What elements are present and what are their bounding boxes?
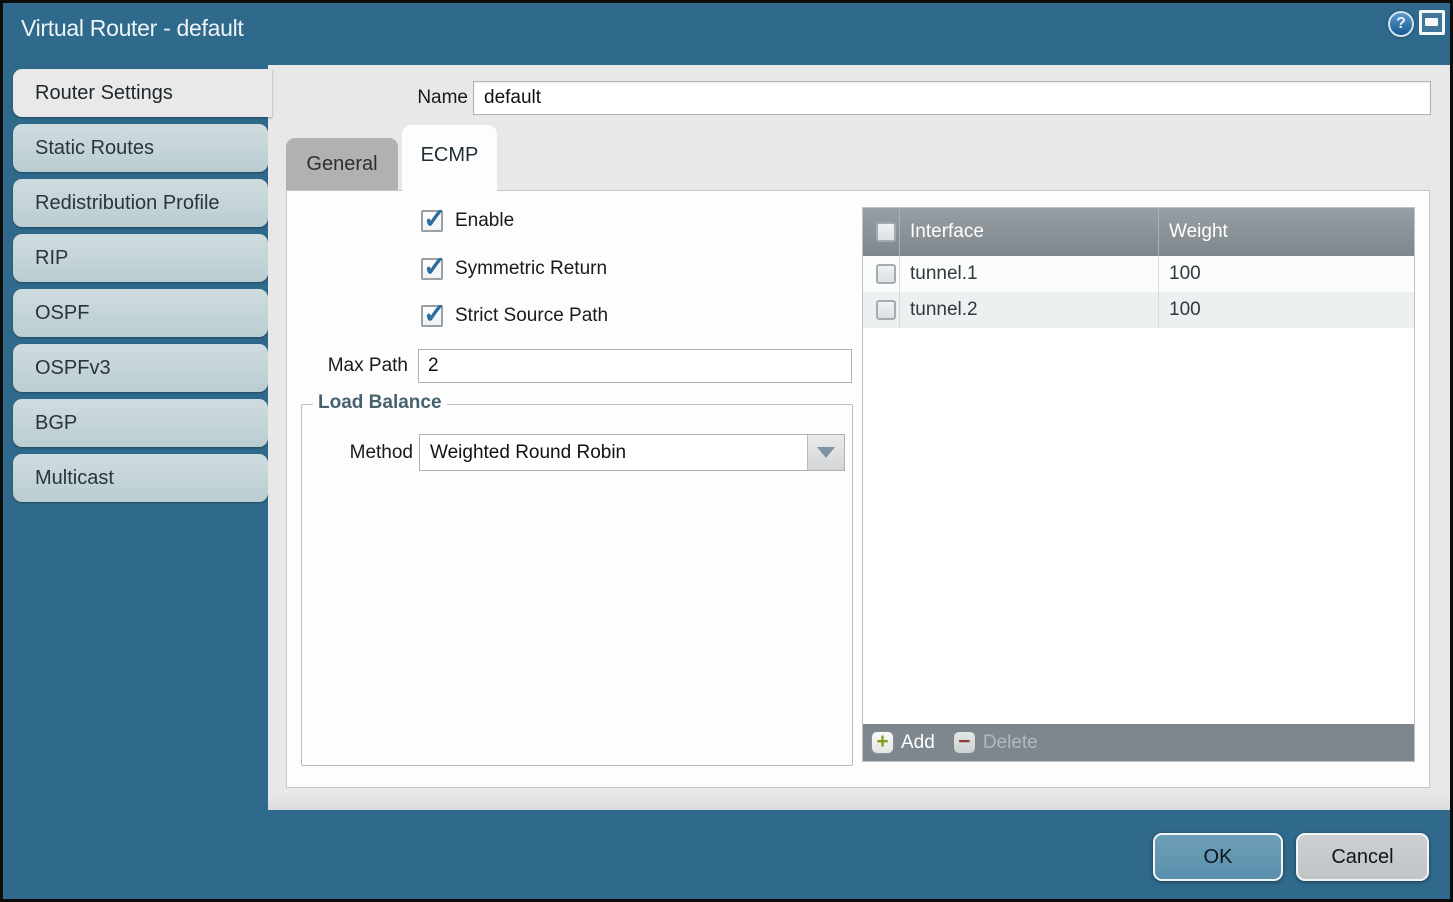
row-checkbox[interactable] [876,264,896,284]
enable-checkbox[interactable]: ✓ [421,210,443,232]
strict-source-path-checkbox[interactable]: ✓ [421,305,443,327]
minus-icon: − [953,731,976,754]
main-panel: Name General ECMP ✓ Enable ✓ Symmetric R… [268,65,1450,810]
column-header-weight: Weight [1158,208,1414,256]
method-label: Method [302,434,413,471]
interface-cell: tunnel.2 [899,292,1158,328]
sidebar-item-ospf[interactable]: OSPF [13,289,268,337]
checkmark-icon: ✓ [423,250,446,283]
interface-cell: tunnel.1 [899,256,1158,292]
enable-row: ✓ Enable [421,209,514,233]
chevron-down-icon[interactable] [807,435,844,470]
sidebar-item-ospfv3[interactable]: OSPFv3 [13,344,268,392]
checkmark-icon: ✓ [423,297,446,330]
dialog-title: Virtual Router - default [21,15,244,42]
add-button[interactable]: + Add [871,731,935,754]
delete-label: Delete [983,732,1038,754]
column-header-interface: Interface [899,208,1158,256]
sidebar-item-redistribution-profile[interactable]: Redistribution Profile [13,179,268,227]
sidebar-item-bgp[interactable]: BGP [13,399,268,447]
table-row[interactable]: tunnel.1 100 [863,256,1414,292]
ecmp-interface-table: Interface Weight tunnel.1 100 tunnel.2 1… [862,207,1415,762]
sidebar-item-multicast[interactable]: Multicast [13,454,268,502]
table-toolbar: + Add − Delete [863,724,1414,761]
enable-label: Enable [455,210,514,232]
symmetric-return-checkbox[interactable]: ✓ [421,258,443,280]
method-value: Weighted Round Robin [430,435,626,470]
symmetric-return-row: ✓ Symmetric Return [421,257,607,281]
add-label: Add [901,732,935,754]
table-header: Interface Weight [863,208,1414,256]
tab-ecmp[interactable]: ECMP [402,125,497,192]
tab-general[interactable]: General [286,138,398,190]
select-all-checkbox[interactable] [876,222,896,242]
sidebar-item-rip[interactable]: RIP [13,234,268,282]
sidebar-item-router-settings[interactable]: Router Settings [13,69,272,117]
plus-icon: + [871,731,894,754]
virtual-router-dialog: Virtual Router - default ? Router Settin… [0,0,1453,902]
symmetric-return-label: Symmetric Return [455,258,607,280]
cancel-button[interactable]: Cancel [1296,833,1429,881]
delete-button[interactable]: − Delete [953,731,1038,754]
row-checkbox[interactable] [876,300,896,320]
weight-cell: 100 [1158,292,1414,328]
table-row[interactable]: tunnel.2 100 [863,292,1414,328]
help-icon[interactable]: ? [1388,11,1414,37]
strict-source-path-row: ✓ Strict Source Path [421,304,608,328]
name-input[interactable] [473,81,1431,115]
name-label: Name [408,81,468,115]
weight-cell: 100 [1158,256,1414,292]
load-balance-legend: Load Balance [313,392,447,414]
sidebar-item-static-routes[interactable]: Static Routes [13,124,268,172]
method-dropdown[interactable]: Weighted Round Robin [419,434,845,471]
max-path-label: Max Path [287,349,408,383]
load-balance-group: Load Balance Method Weighted Round Robin [301,404,853,766]
ecmp-content-panel: ✓ Enable ✓ Symmetric Return ✓ Strict Sou… [286,190,1430,788]
strict-source-path-label: Strict Source Path [455,305,608,327]
window-restore-icon[interactable] [1419,10,1445,35]
max-path-input[interactable] [418,349,852,383]
checkmark-icon: ✓ [423,202,446,235]
ok-button[interactable]: OK [1153,833,1283,881]
